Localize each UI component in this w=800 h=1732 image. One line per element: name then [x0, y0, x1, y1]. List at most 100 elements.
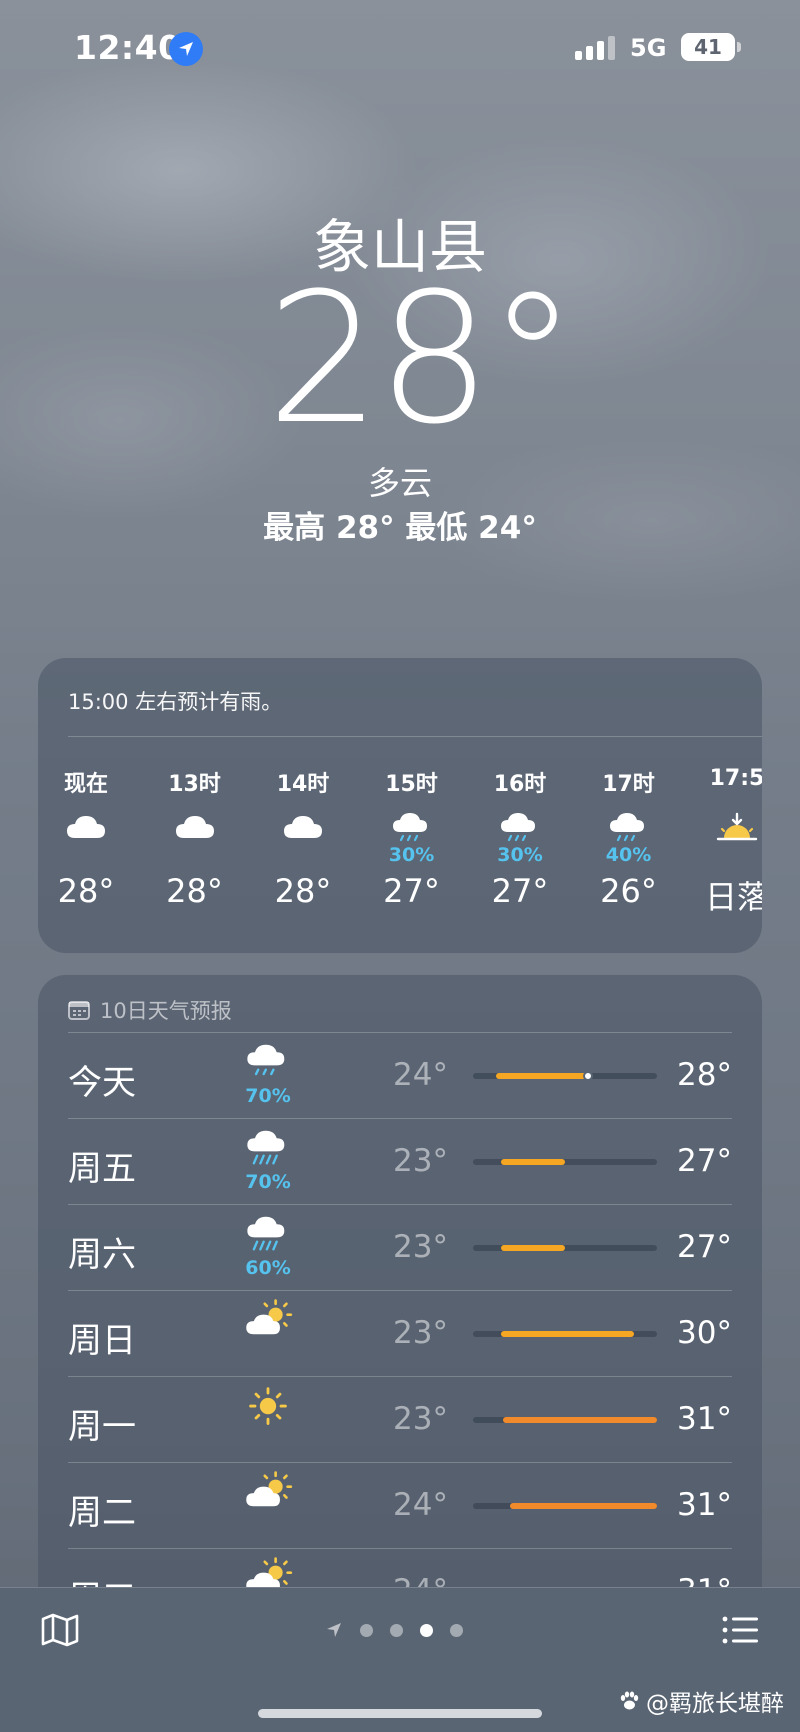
- hourly-item: 15时 30% 27°: [367, 766, 457, 910]
- temp-range-bar: [473, 1417, 657, 1423]
- cloud-icon: [175, 816, 214, 838]
- hourly-item: 16时 30% 27°: [475, 766, 565, 910]
- hourly-item: 13时 28°: [150, 766, 240, 910]
- calendar-icon: [68, 1001, 90, 1020]
- hour-icon: [258, 808, 348, 862]
- page-indicator[interactable]: [325, 1620, 463, 1640]
- hour-temperature: 28°: [57, 872, 115, 910]
- hour-precip-chance: 40%: [605, 844, 652, 866]
- home-indicator[interactable]: [258, 1709, 542, 1718]
- hour-label: 16时: [493, 772, 547, 797]
- day-low-temp: 23°: [393, 1315, 448, 1351]
- hour-icon: [150, 808, 240, 862]
- cloud-icon: [67, 816, 105, 838]
- status-time: 12:40: [74, 28, 182, 67]
- hour-label: 14时: [276, 772, 330, 797]
- temp-range-bar: [473, 1331, 657, 1337]
- hour-label: 现在: [63, 772, 108, 797]
- high-low-temperature: 最高 28° 最低 24°: [263, 510, 537, 546]
- day-high-temp: 28°: [677, 1057, 732, 1093]
- daily-forecast-card[interactable]: 10日天气预报 今天 70% 24° 28° 周五 70% 23° 27° 周六 60% 23° 27…: [38, 975, 762, 1595]
- day-name: 周日: [68, 1321, 136, 1361]
- sun-icon: [249, 1387, 287, 1425]
- hour-precip-chance: 30%: [388, 844, 435, 866]
- day-low-temp: 24°: [393, 1057, 448, 1093]
- rain-cloud-icon: [392, 813, 427, 842]
- heavy-rain-cloud-icon: [247, 1130, 285, 1165]
- hour-temperature: 26°: [600, 872, 657, 910]
- page-dot[interactable]: [360, 1623, 373, 1637]
- daily-title: 10日天气预报: [100, 999, 232, 1023]
- day-name: 周二: [68, 1493, 136, 1533]
- temp-range-bar: [473, 1159, 657, 1165]
- hour-icon: 30%: [475, 808, 565, 866]
- temp-range-fill: [500, 1159, 565, 1165]
- day-precip-chance: 70%: [245, 1171, 291, 1193]
- hour-icon: [692, 808, 762, 862]
- hourly-item: 14时 28°: [258, 766, 348, 910]
- watermark-text: @羁旅长堪醉: [646, 1691, 784, 1717]
- daily-row[interactable]: 今天 70% 24° 28°: [68, 1032, 732, 1118]
- day-high-temp: 27°: [677, 1229, 732, 1265]
- partly-sunny-icon: [246, 1471, 293, 1507]
- current-condition: 多云: [367, 464, 432, 502]
- hour-precip-chance: 30%: [497, 844, 543, 866]
- cellular-signal-icon: [575, 36, 617, 60]
- battery-icon: 41: [681, 33, 735, 61]
- hourly-item: 17:5 日落: [692, 766, 762, 918]
- map-button[interactable]: [40, 1610, 80, 1650]
- daily-row[interactable]: 周五 70% 23° 27°: [68, 1118, 732, 1204]
- temp-range-fill: [500, 1245, 565, 1251]
- hourly-item: 现在 28°: [41, 766, 131, 910]
- map-icon: [41, 1613, 79, 1647]
- day-high-temp: 31°: [677, 1487, 732, 1523]
- page-dot[interactable]: [390, 1623, 403, 1637]
- page-dot[interactable]: [420, 1623, 433, 1637]
- hour-temperature: 日落: [704, 878, 762, 916]
- hour-icon: 40%: [584, 808, 674, 866]
- hour-label: 15时: [385, 772, 438, 797]
- watermark: @羁旅长堪醉: [618, 1684, 784, 1718]
- cloud-icon: [284, 816, 322, 838]
- current-temperature: 28°: [266, 255, 577, 464]
- day-low-temp: 24°: [393, 1487, 448, 1523]
- hour-icon: 30%: [367, 808, 457, 866]
- day-name: 周六: [68, 1235, 136, 1275]
- status-bar: 12:40 5G 41: [0, 0, 800, 100]
- heavy-rain-cloud-icon: [247, 1216, 285, 1251]
- daily-header: 10日天气预报: [68, 995, 232, 1025]
- rain-cloud-icon: [609, 813, 644, 842]
- day-icon: [243, 1211, 313, 1255]
- daily-row[interactable]: 周六 60% 23° 27°: [68, 1204, 732, 1290]
- day-icon: [243, 1125, 313, 1169]
- day-icon: [243, 1469, 313, 1513]
- day-low-temp: 23°: [393, 1143, 448, 1179]
- daily-row[interactable]: 周一 23° 31°: [68, 1376, 732, 1462]
- city-list-button[interactable]: [720, 1610, 760, 1650]
- day-name: 周一: [68, 1407, 136, 1447]
- battery-tip: [737, 42, 741, 52]
- partly-sunny-icon: [246, 1299, 293, 1335]
- hourly-forecast-card[interactable]: 15:00 左右预计有雨。 现在 28° 13时 28° 14时 28° 15时 30% 27°…: [38, 658, 762, 953]
- hour-temperature: 27°: [491, 872, 549, 910]
- day-precip-chance: 70%: [245, 1085, 291, 1107]
- hour-temperature: 28°: [274, 872, 332, 910]
- rain-cloud-icon: [247, 1044, 285, 1076]
- network-type: 5G: [630, 34, 667, 62]
- hour-label: 17时: [602, 772, 655, 797]
- temp-range-bar: [473, 1071, 657, 1081]
- hourly-item: 17时 40% 26°: [584, 766, 674, 910]
- location-arrow-icon: [169, 32, 203, 66]
- day-name: 今天: [68, 1063, 136, 1103]
- day-low-temp: 23°: [393, 1229, 448, 1265]
- temp-range-fill: [509, 1503, 657, 1509]
- day-high-temp: 31°: [677, 1401, 732, 1437]
- page-dot[interactable]: [450, 1623, 463, 1637]
- day-high-temp: 27°: [677, 1143, 732, 1179]
- daily-row[interactable]: 周日 23° 30°: [68, 1290, 732, 1376]
- daily-row[interactable]: 周二 24° 31°: [68, 1462, 732, 1548]
- temp-range-fill: [502, 1417, 657, 1423]
- current-temp-dot: [583, 1071, 593, 1081]
- hour-label: 13时: [168, 772, 221, 797]
- location-arrow-icon: [327, 1623, 341, 1637]
